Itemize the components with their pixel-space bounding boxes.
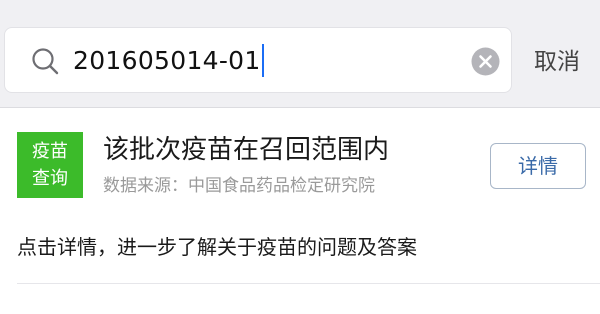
divider bbox=[17, 283, 600, 284]
details-description-link[interactable]: 点击详情，进一步了解关于疫苗的问题及答案 bbox=[17, 233, 417, 261]
result-card: 疫苗 查询 该批次疫苗在召回范围内 数据来源：中国食品药品检定研究院 详情 点击… bbox=[0, 108, 600, 314]
search-input[interactable]: 201605014-01 bbox=[4, 27, 512, 93]
text-caret bbox=[261, 43, 264, 77]
clear-icon[interactable] bbox=[471, 47, 500, 76]
details-button[interactable]: 详情 bbox=[490, 143, 586, 189]
cancel-button[interactable]: 取消 bbox=[534, 47, 580, 77]
search-query-value: 201605014-01 bbox=[73, 46, 261, 75]
result-title: 该批次疫苗在召回范围内 bbox=[103, 135, 390, 165]
badge-line-1: 疫苗 bbox=[32, 141, 68, 162]
data-source: 数据来源：中国食品药品检定研究院 bbox=[103, 176, 375, 196]
vaccine-query-badge: 疫苗 查询 bbox=[17, 132, 83, 198]
badge-line-2: 查询 bbox=[32, 168, 68, 189]
search-query-text[interactable]: 201605014-01 bbox=[73, 42, 264, 80]
search-icon bbox=[31, 47, 59, 75]
search-bar: 201605014-01 取消 bbox=[0, 0, 600, 108]
